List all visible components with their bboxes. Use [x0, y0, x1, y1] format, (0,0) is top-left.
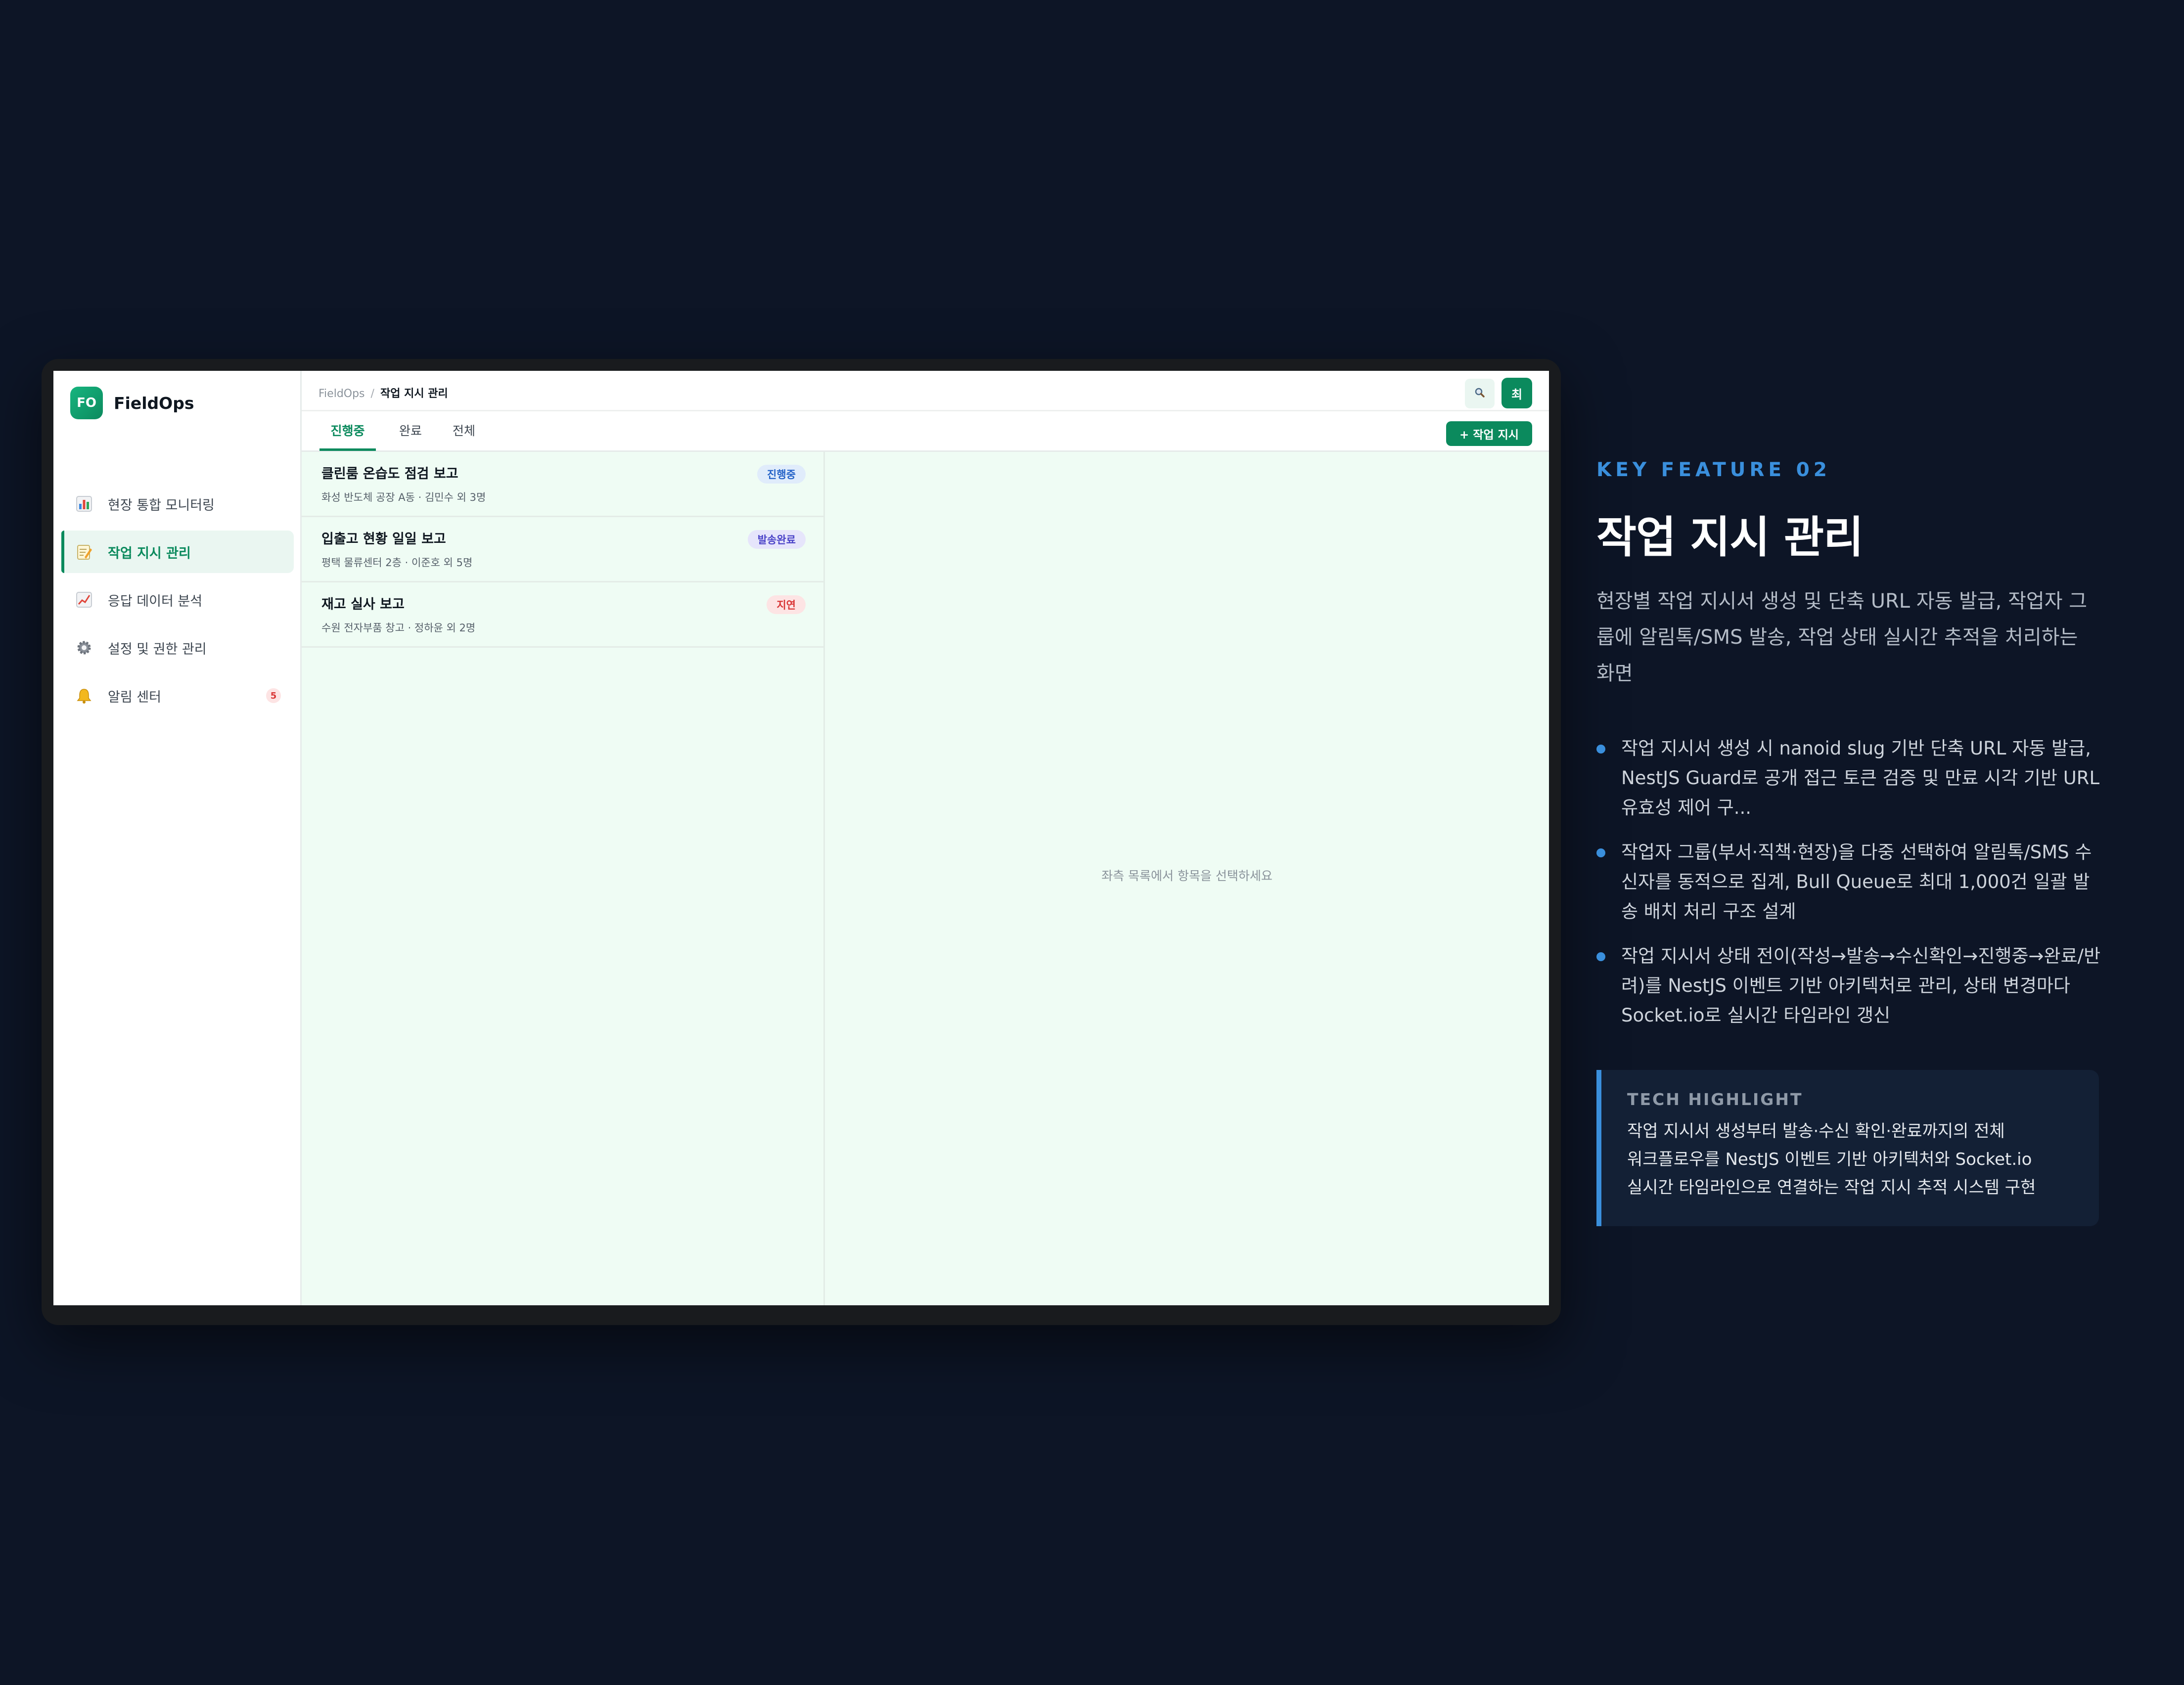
empty-state-message: 좌측 목록에서 항목을 선택하세요	[1101, 869, 1273, 883]
feature-bullet-text: 작업자 그룹(부서·직책·현장)을 다중 선택하여 알림톡/SMS 수신자를 동…	[1621, 842, 2092, 922]
feature-description-panel: KEY FEATURE 02 작업 지시 관리 현장별 작업 지시서 생성 및 …	[1596, 0, 2101, 1685]
bullet-dot-icon	[1596, 848, 1605, 857]
feature-bullet: 작업 지시서 상태 전이(작성→발송→수신확인→진행중→완료/반려)를 Nest…	[1596, 941, 2101, 1030]
feature-title: 작업 지시 관리	[1596, 512, 1864, 563]
work-order-title: 재고 실사 보고	[321, 597, 405, 612]
feature-bullet-text: 작업 지시서 상태 전이(작성→발송→수신확인→진행중→완료/반려)를 Nest…	[1621, 945, 2101, 1026]
gear-icon	[75, 639, 93, 657]
feature-bullet-text: 작업 지시서 생성 시 nanoid slug 기반 단축 URL 자동 발급,…	[1621, 738, 2100, 818]
detail-panel: 좌측 목록에서 항목을 선택하세요	[825, 452, 1549, 1305]
main-area: FieldOps / 작업 지시 관리 최 진행중 완료 전체 + 작업 지시	[302, 371, 1549, 1305]
feature-bullet: 작업자 그룹(부서·직책·현장)을 다중 선택하여 알림톡/SMS 수신자를 동…	[1596, 838, 2101, 927]
content-area: 클린룸 온습도 점검 보고 화성 반도체 공장 A동 · 김민수 외 3명 진행…	[302, 452, 1549, 1305]
tab-bar: 진행중 완료 전체 + 작업 지시	[302, 411, 1549, 452]
feature-bullet: 작업 지시서 생성 시 nanoid slug 기반 단축 URL 자동 발급,…	[1596, 734, 2101, 823]
status-badge: 발송완료	[747, 530, 806, 549]
top-bar: FieldOps / 작업 지시 관리 최	[302, 371, 1549, 411]
bar-chart-icon	[75, 495, 93, 513]
tab-in-progress[interactable]: 진행중	[319, 411, 376, 451]
line-chart-icon	[75, 591, 93, 609]
sidebar-nav: 현장 통합 모니터링 작업 지시 관리 응답 데이터 분석 설정 및 권한 관리…	[61, 483, 294, 722]
sidebar-item-notifications[interactable]: 알림 센터 5	[61, 674, 294, 717]
tech-highlight-box: TECH HIGHLIGHT 작업 지시서 생성부터 발송·수신 확인·완료까지…	[1596, 1070, 2099, 1226]
sidebar-item-settings[interactable]: 설정 및 권한 관리	[61, 626, 294, 669]
feature-kicker: KEY FEATURE 02	[1596, 459, 1831, 481]
tech-highlight-body: 작업 지시서 생성부터 발송·수신 확인·완료까지의 전체 워크플로우를 Nes…	[1627, 1117, 2072, 1202]
work-order-subtitle: 화성 반도체 공장 A동 · 김민수 외 3명	[321, 491, 486, 503]
breadcrumb: FieldOps / 작업 지시 관리	[318, 385, 448, 400]
status-badge: 진행중	[757, 465, 806, 484]
sidebar-item-monitoring[interactable]: 현장 통합 모니터링	[61, 483, 294, 525]
feature-description: 현장별 작업 지시서 생성 및 단축 URL 자동 발급, 작업자 그룹에 알림…	[1596, 590, 2088, 685]
notification-count-badge: 5	[266, 688, 281, 703]
memo-icon	[75, 543, 93, 561]
tab-all[interactable]: 전체	[444, 411, 484, 451]
tab-completed[interactable]: 완료	[391, 411, 430, 451]
work-order-title: 클린룸 온습도 점검 보고	[321, 466, 458, 482]
app-screen: FO FieldOps 현장 통합 모니터링 작업 지시 관리 응답 데이터 분…	[53, 371, 1549, 1305]
bullet-dot-icon	[1596, 952, 1605, 961]
brand-name: FieldOps	[114, 393, 194, 413]
list-item[interactable]: 재고 실사 보고 수원 전자부품 창고 · 정하윤 외 2명 지연	[302, 582, 823, 648]
sidebar-item-work-orders[interactable]: 작업 지시 관리	[61, 531, 294, 573]
tech-highlight-line: 워크플로우를 NestJS 이벤트 기반 아키텍처와 Socket.io	[1627, 1150, 2032, 1169]
sidebar: FO FieldOps 현장 통합 모니터링 작업 지시 관리 응답 데이터 분…	[53, 371, 302, 1305]
work-order-subtitle: 수원 전자부품 창고 · 정하윤 외 2명	[321, 622, 476, 634]
feature-bullet-list: 작업 지시서 생성 시 nanoid slug 기반 단축 URL 자동 발급,…	[1596, 734, 2101, 1045]
sidebar-item-label: 작업 지시 관리	[108, 545, 191, 561]
work-order-list: 클린룸 온습도 점검 보고 화성 반도체 공장 A동 · 김민수 외 3명 진행…	[302, 452, 825, 1305]
search-button[interactable]	[1465, 379, 1495, 408]
avatar[interactable]: 최	[1502, 378, 1532, 408]
list-item[interactable]: 입출고 현황 일일 보고 평택 물류센터 2층 · 이준호 외 5명 발송완료	[302, 517, 823, 582]
sidebar-item-analytics[interactable]: 응답 데이터 분석	[61, 578, 294, 621]
breadcrumb-separator: /	[370, 388, 374, 400]
brand[interactable]: FO FieldOps	[70, 387, 194, 419]
tech-highlight-title: TECH HIGHLIGHT	[1627, 1090, 1803, 1109]
sidebar-item-label: 응답 데이터 분석	[108, 593, 203, 609]
bell-icon	[75, 687, 93, 705]
work-order-title: 입출고 현황 일일 보고	[321, 532, 446, 547]
status-badge: 지연	[767, 595, 806, 614]
bullet-dot-icon	[1596, 745, 1605, 754]
brand-logo: FO	[70, 387, 103, 419]
new-work-order-button[interactable]: + 작업 지시	[1446, 421, 1532, 446]
sidebar-item-label: 설정 및 권한 관리	[108, 641, 207, 657]
breadcrumb-current: 작업 지시 관리	[380, 388, 448, 400]
sidebar-item-label: 알림 센터	[108, 689, 161, 705]
tech-highlight-line: 실시간 타임라인으로 연결하는 작업 지시 추적 시스템 구현	[1627, 1178, 2036, 1197]
tech-highlight-line: 작업 지시서 생성부터 발송·수신 확인·완료까지의 전체	[1627, 1121, 2005, 1141]
breadcrumb-root[interactable]: FieldOps	[318, 388, 365, 400]
work-order-subtitle: 평택 물류센터 2층 · 이준호 외 5명	[321, 557, 473, 569]
sidebar-item-label: 현장 통합 모니터링	[108, 497, 215, 513]
list-item[interactable]: 클린룸 온습도 점검 보고 화성 반도체 공장 A동 · 김민수 외 3명 진행…	[302, 452, 823, 517]
search-icon	[1474, 387, 1485, 400]
